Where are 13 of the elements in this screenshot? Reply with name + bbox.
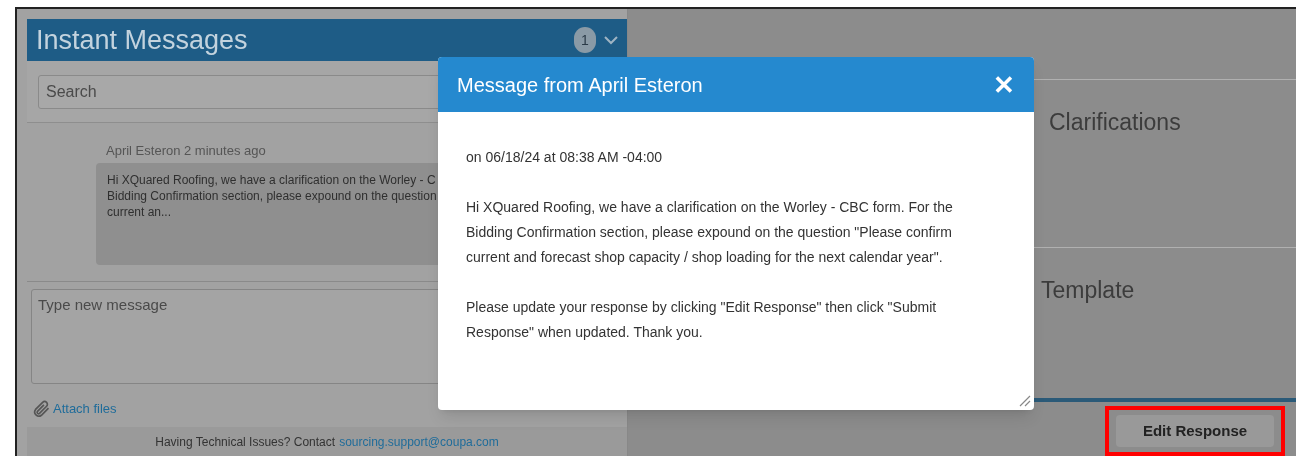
- message-meta: April Esteron 2 minutes ago: [106, 142, 266, 160]
- section-heading: Template: [1041, 277, 1135, 303]
- chevron-down-icon[interactable]: [604, 35, 618, 45]
- close-button[interactable]: ✕: [993, 71, 1015, 98]
- attach-files-link[interactable]: Attach files: [53, 399, 117, 419]
- paperclip-icon: [31, 399, 51, 419]
- section-heading: Clarifications: [1049, 109, 1181, 135]
- support-email-link[interactable]: sourcing.support@coupa.com: [339, 432, 499, 451]
- resize-grip-icon[interactable]: [1017, 393, 1031, 407]
- panel-title: Instant Messages: [36, 23, 249, 57]
- footer-text: Having Technical Issues? Contact: [155, 433, 336, 451]
- unread-badge: 1: [574, 27, 596, 53]
- edit-response-button[interactable]: Edit Response: [1116, 415, 1274, 447]
